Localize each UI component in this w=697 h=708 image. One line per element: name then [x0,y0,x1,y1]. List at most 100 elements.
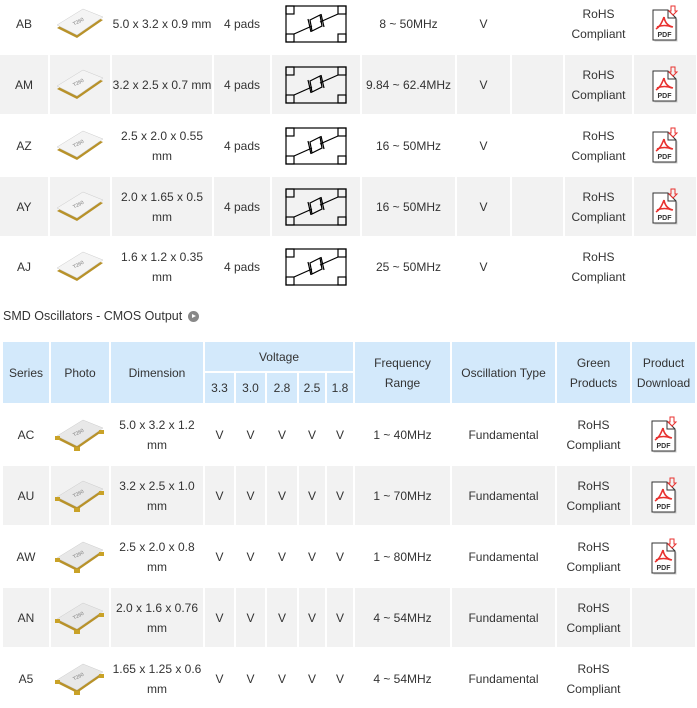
section-title[interactable]: SMD Oscillators - CMOS Output [3,309,200,323]
series-cell: AB [15,16,32,31]
pad-diagram [285,187,347,226]
frequency-cell: 1 ~ 70MHz [355,466,450,525]
oscillation-cell: Fundamental [452,466,555,525]
crystal-photo: T260 [56,69,104,99]
header-voltage-1.8: 1.8 [327,373,353,403]
voltage-cell: V [246,549,255,564]
green-cell: RoHS Compliant [557,588,630,647]
empty-cell [512,238,563,296]
crystal-row: AM T260 3.2 x 2.5 x 0.7 mm 4 pads 9.84 ~ 6… [0,55,696,114]
series-cell: AW [16,549,36,564]
pads-cell: 4 pads [223,260,261,274]
play-circle-icon[interactable] [188,310,200,322]
header-voltage-3.0: 3.0 [236,373,265,403]
voltage-cell: V [205,466,234,525]
photo-cell: T260 [50,116,110,175]
green-cell: RoHS Compliant [571,6,626,41]
photo-cell: T260 [50,238,110,296]
photo-cell: T260 [51,588,109,647]
empty-cell [512,177,563,236]
series-cell: AC [17,427,35,442]
frequency-cell: 16 ~ 50MHz [375,138,442,153]
download-cell[interactable]: PDF [632,405,695,464]
photo-cell: T260 [51,466,109,525]
pdf-download-icon[interactable]: PDF [650,127,680,165]
voltage-cell: V [479,138,488,153]
oscillator-row: AC T260 5.0 x 3.2 x 1.2 mm V V V V V 1 ~ 40MHz F… [3,405,695,464]
header-voltage-3.3: 3.3 [205,373,234,403]
dimension-cell: 5.0 x 3.2 x 0.9 mm [112,16,212,31]
pdf-download-icon[interactable]: PDF [649,538,679,576]
crystal-photo: T260 [56,130,104,160]
oscillation-cell: Fundamental [452,588,555,647]
svg-text:PDF: PDF [656,504,671,511]
voltage-cell: V [246,671,255,686]
photo-cell: T260 [51,649,109,708]
frequency-cell: 8 ~ 50MHz [379,16,438,31]
crystal-row: AZ T260 2.5 x 2.0 x 0.55 mm 4 pads 16 ~ 50… [0,116,696,175]
voltage-cell: V [205,588,234,647]
pads-cell: 4 pads [214,55,270,114]
crystal-row: AB T260 5.0 x 3.2 x 0.9 mm 4 pads 8 ~ 50MH… [0,0,696,53]
crystal-photo: T260 [56,191,104,221]
crystal-row: AJ T260 1.6 x 1.2 x 0.35 mm 4 pads 25 ~ 50… [0,238,696,296]
diagram-cell [272,177,360,236]
pads-cell: 4 pads [214,177,270,236]
header-frequency: Frequency Range [355,342,450,403]
voltage-cell: V [299,466,325,525]
oscillator-photo: T260 [55,419,104,451]
photo-cell: T260 [50,0,110,53]
pdf-download-icon[interactable]: PDF [650,66,680,104]
header-voltage-2.5: 2.5 [299,373,325,403]
green-cell: RoHS Compliant [557,466,630,525]
voltage-cell: V [457,177,510,236]
diagram-cell [272,0,360,53]
oscillator-row: AN T260 2.0 x 1.6 x 0.76 mm V V V V V 4 ~ 54MHz… [3,588,695,647]
voltage-cell: V [457,55,510,114]
crystal-photo: T260 [56,251,104,281]
pdf-download-icon[interactable]: PDF [650,5,680,43]
voltage-cell: V [299,588,325,647]
diagram-cell [272,238,360,296]
download-cell[interactable]: PDF [634,116,696,175]
diagram-cell [272,116,360,175]
download-cell[interactable]: PDF [634,0,696,53]
voltage-cell: V [267,588,297,647]
pads-cell: 4 pads [223,16,261,31]
pdf-download-icon[interactable]: PDF [649,416,679,454]
svg-text:PDF: PDF [658,32,673,39]
oscillator-row: AW T260 2.5 x 2.0 x 0.8 mm V V V V V 1 ~ 80MHz F… [3,527,695,586]
pdf-download-icon[interactable]: PDF [650,188,680,226]
voltage-cell: V [327,588,353,647]
pads-cell: 4 pads [223,138,261,153]
photo-cell: T260 [51,527,109,586]
download-cell[interactable]: PDF [632,466,695,525]
oscillator-row: AU T260 3.2 x 2.5 x 1.0 mm V V V V V 1 ~ 70MHz F… [3,466,695,525]
voltage-cell: V [479,260,488,274]
pad-diagram [285,126,347,165]
download-cell[interactable]: PDF [634,177,696,236]
green-cell: RoHS Compliant [571,128,626,163]
oscillation-cell: Fundamental [468,549,539,564]
crystal-row: AY T260 2.0 x 1.65 x 0.5 mm 4 pads 16 ~ 50… [0,177,696,236]
svg-text:PDF: PDF [658,215,673,222]
download-cell[interactable]: PDF [634,55,696,114]
header-voltage-2.8: 2.8 [267,373,297,403]
frequency-cell: 4 ~ 54MHz [373,671,432,686]
pad-diagram [285,4,347,43]
frequency-cell: 4 ~ 54MHz [355,588,450,647]
green-cell: RoHS Compliant [565,55,632,114]
dimension-cell: 1.6 x 1.2 x 0.35 mm [120,250,204,284]
voltage-cell: V [277,427,286,442]
green-cell: RoHS Compliant [571,250,626,284]
voltage-cell: V [307,671,316,686]
series-cell: AJ [16,260,31,274]
download-cell [632,588,695,647]
series-cell: AN [3,588,49,647]
download-cell[interactable]: PDF [632,527,695,586]
pad-diagram [285,65,347,104]
header-green: Green Products [557,342,630,403]
svg-text:PDF: PDF [658,154,673,161]
pdf-download-icon[interactable]: PDF [649,477,679,515]
header-oscillation: Oscillation Type [452,342,555,403]
